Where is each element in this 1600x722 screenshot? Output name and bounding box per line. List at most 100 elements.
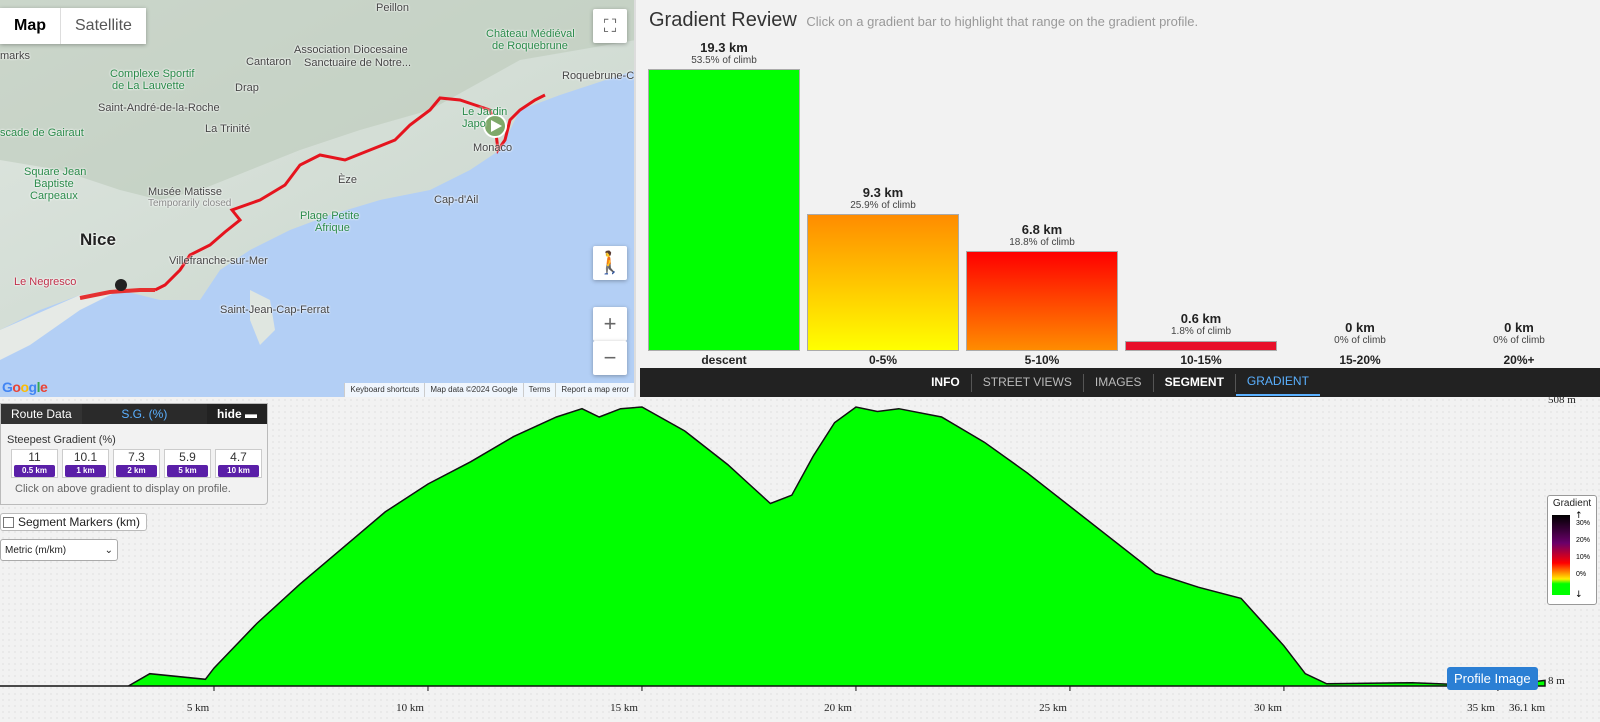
steepest-gradient-title: Steepest Gradient (%)	[7, 434, 116, 446]
gradient-bar-10-15[interactable]	[1125, 341, 1277, 351]
gradient-bar-descent[interactable]	[648, 69, 800, 351]
x-tick-label: 15 km	[610, 702, 638, 714]
tab-gradient[interactable]: GRADIENT	[1235, 369, 1320, 396]
map-label-square-1: Square Jean	[24, 166, 87, 178]
gradient-bar-label-0-5: 9.3 km 25.9% of climb	[807, 185, 959, 211]
tab-route-data[interactable]: Route Data	[1, 404, 82, 424]
gradient-review-panel: Gradient Review Click on a gradient bar …	[636, 0, 1600, 368]
report-error-link[interactable]: Report a map error	[555, 383, 634, 397]
map-type-satellite-button[interactable]: Satellite	[61, 8, 146, 44]
map-label-temp-closed: Temporarily closed	[148, 198, 232, 209]
steepest-gradient-boxes: 11 0.5 km 10.1 1 km 7.3 2 km 5.9 5 km 4.7 10 …	[11, 449, 267, 478]
tab-street-views[interactable]: STREET VIEWS	[972, 368, 1083, 397]
tab-segment[interactable]: SEGMENT	[1154, 368, 1235, 397]
map-label-de-roquebrune: de Roquebrune	[492, 40, 568, 52]
bar-percent: 1.8% of climb	[1170, 326, 1232, 337]
x-tick-label: 30 km	[1254, 702, 1282, 714]
zoom-in-button[interactable]: +	[593, 307, 627, 341]
segment-markers-checkbox[interactable]	[3, 516, 14, 528]
google-logo: Google	[2, 379, 48, 395]
gradient-bar-label-10-15: 0.6 km 1.8% of climb	[1125, 311, 1277, 337]
legend-tick: 30%	[1576, 520, 1591, 527]
pegman-icon[interactable]: 🚶	[593, 246, 627, 280]
sg-box-5km[interactable]: 5.9 5 km	[164, 449, 211, 478]
gradient-bar-0-5[interactable]	[807, 214, 959, 351]
legend-scale: ↑ ↓	[1552, 511, 1583, 600]
legend-tick: 10%	[1576, 554, 1591, 561]
segment-markers-label: Segment Markers (km)	[18, 515, 141, 529]
sg-value: 4.7	[230, 450, 247, 464]
tab-steepest-gradient[interactable]: S.G. (%)	[81, 404, 207, 424]
legend-tick: 20%	[1576, 537, 1591, 544]
min-elevation-label: 8 m	[1548, 675, 1565, 687]
gradient-bar-label-5-10: 6.8 km 18.8% of climb	[966, 222, 1118, 248]
bar-percent: 0% of climb	[1493, 335, 1545, 346]
gradient-category-descent: descent	[701, 353, 747, 367]
tab-info[interactable]: INFO	[920, 368, 971, 397]
gradient-bar-label-descent: 19.3 km 53.5% of climb	[648, 40, 800, 66]
max-elevation-label: 508 m	[1548, 394, 1576, 406]
fullscreen-icon[interactable]: ⛶	[593, 9, 627, 43]
minus-icon: ▬	[245, 407, 257, 421]
review-title-text: Gradient Review	[649, 9, 797, 31]
map-label-square-3: Carpeaux	[30, 190, 78, 202]
profile-image-button[interactable]: Profile Image	[1447, 667, 1538, 690]
bar-percent: 18.8% of climb	[1009, 237, 1075, 248]
hide-label: hide	[216, 407, 242, 421]
map-data-text: Map data ©2024 Google	[424, 383, 522, 397]
map-label-japonais: Japo	[462, 118, 486, 130]
map-label-negresco: Le Negresco	[14, 276, 77, 288]
sg-distance: 5 km	[167, 465, 208, 477]
bar-distance: 0.6 km	[1180, 311, 1222, 326]
map-label-le-jardin: Le Jardin	[462, 106, 508, 118]
map-label-plage-2: Afrique	[315, 222, 350, 234]
x-tick-label: 35 km	[1467, 702, 1495, 714]
map-label-complexe: Complexe Sportif	[110, 68, 195, 80]
bar-distance: 0 km	[1345, 320, 1375, 335]
bar-distance: 6.8 km	[1021, 222, 1063, 237]
gradient-category-10-15: 10-15%	[1180, 353, 1222, 367]
map-label-saint-andre: Saint-André-de-la-Roche	[98, 102, 220, 114]
sg-value: 7.3	[128, 450, 145, 464]
keyboard-shortcuts-link[interactable]: Keyboard shortcuts	[344, 383, 424, 397]
sg-distance: 2 km	[116, 465, 157, 477]
sg-value: 11	[28, 450, 41, 464]
hide-button[interactable]: hide ▬	[207, 404, 267, 424]
gradient-category-20-plus[interactable]: 20%+	[1443, 353, 1595, 367]
sg-box-1km[interactable]: 10.1 1 km	[62, 449, 109, 478]
finish-marker[interactable]	[115, 279, 127, 291]
units-selected-value: Metric (m/km)	[5, 544, 67, 556]
gradient-bar-5-10[interactable]	[966, 251, 1118, 351]
bar-percent: 0% of climb	[1334, 335, 1386, 346]
units-select[interactable]: Metric (m/km) ⌄	[0, 539, 118, 561]
sg-box-0-5km[interactable]: 11 0.5 km	[11, 449, 58, 478]
bar-distance: 9.3 km	[862, 185, 904, 200]
gradient-category-0-5: 0-5%	[868, 353, 897, 367]
map-label-cap-dail: Cap-d'Ail	[434, 194, 479, 206]
sg-box-2km[interactable]: 7.3 2 km	[113, 449, 160, 478]
sg-value: 10.1	[73, 450, 98, 464]
gradient-bar-label-15-20: 0 km 0% of climb	[1284, 320, 1436, 346]
review-subtitle: Click on a gradient bar to highlight tha…	[806, 14, 1199, 29]
legend-title: Gradient	[1552, 498, 1592, 509]
chevron-down-icon: ⌄	[104, 544, 113, 556]
sg-distance: 0.5 km	[14, 465, 55, 477]
zoom-out-button[interactable]: −	[593, 341, 627, 375]
map-label-chateau: Château Médiéval	[486, 28, 575, 40]
segment-markers-toggle[interactable]: Segment Markers (km)	[0, 513, 148, 531]
route-map[interactable]: Map Satellite ⛶ 🚶 + − Peillon Associatio…	[0, 0, 636, 397]
gradient-category-5-10: 5-10%	[1024, 353, 1060, 367]
map-label-lauvette: de La Lauvette	[112, 80, 185, 92]
terms-link[interactable]: Terms	[522, 383, 556, 397]
map-label-cantaron: Cantaron	[246, 56, 292, 68]
gradient-category-15-20[interactable]: 15-20%	[1284, 353, 1436, 367]
legend-tick-labels: 30% 20% 10% 0%	[1576, 515, 1590, 583]
sg-distance: 10 km	[218, 465, 259, 477]
sg-box-10km[interactable]: 4.7 10 km	[215, 449, 262, 478]
map-type-control: Map Satellite	[0, 8, 146, 44]
map-type-map-button[interactable]: Map	[0, 8, 61, 44]
tab-images[interactable]: IMAGES	[1084, 368, 1153, 397]
route-data-header: Route Data S.G. (%) hide ▬	[1, 404, 267, 424]
map-label-saint-jean: Saint-Jean-Cap-Ferrat	[220, 304, 330, 316]
map-label-association: Association Diocesaine	[294, 44, 408, 56]
